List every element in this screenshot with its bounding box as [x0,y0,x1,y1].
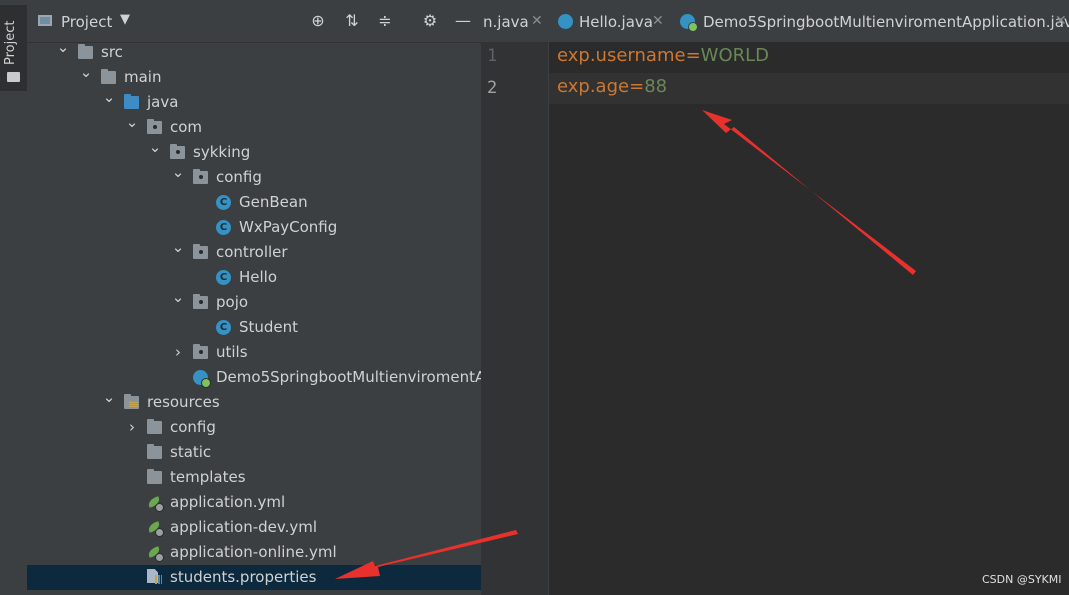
annotation-arrows [335,110,916,579]
annotation-arrow-file [335,530,518,579]
annotation-arrow-editor [702,110,916,275]
watermark: CSDN @SYKMI [982,573,1062,586]
